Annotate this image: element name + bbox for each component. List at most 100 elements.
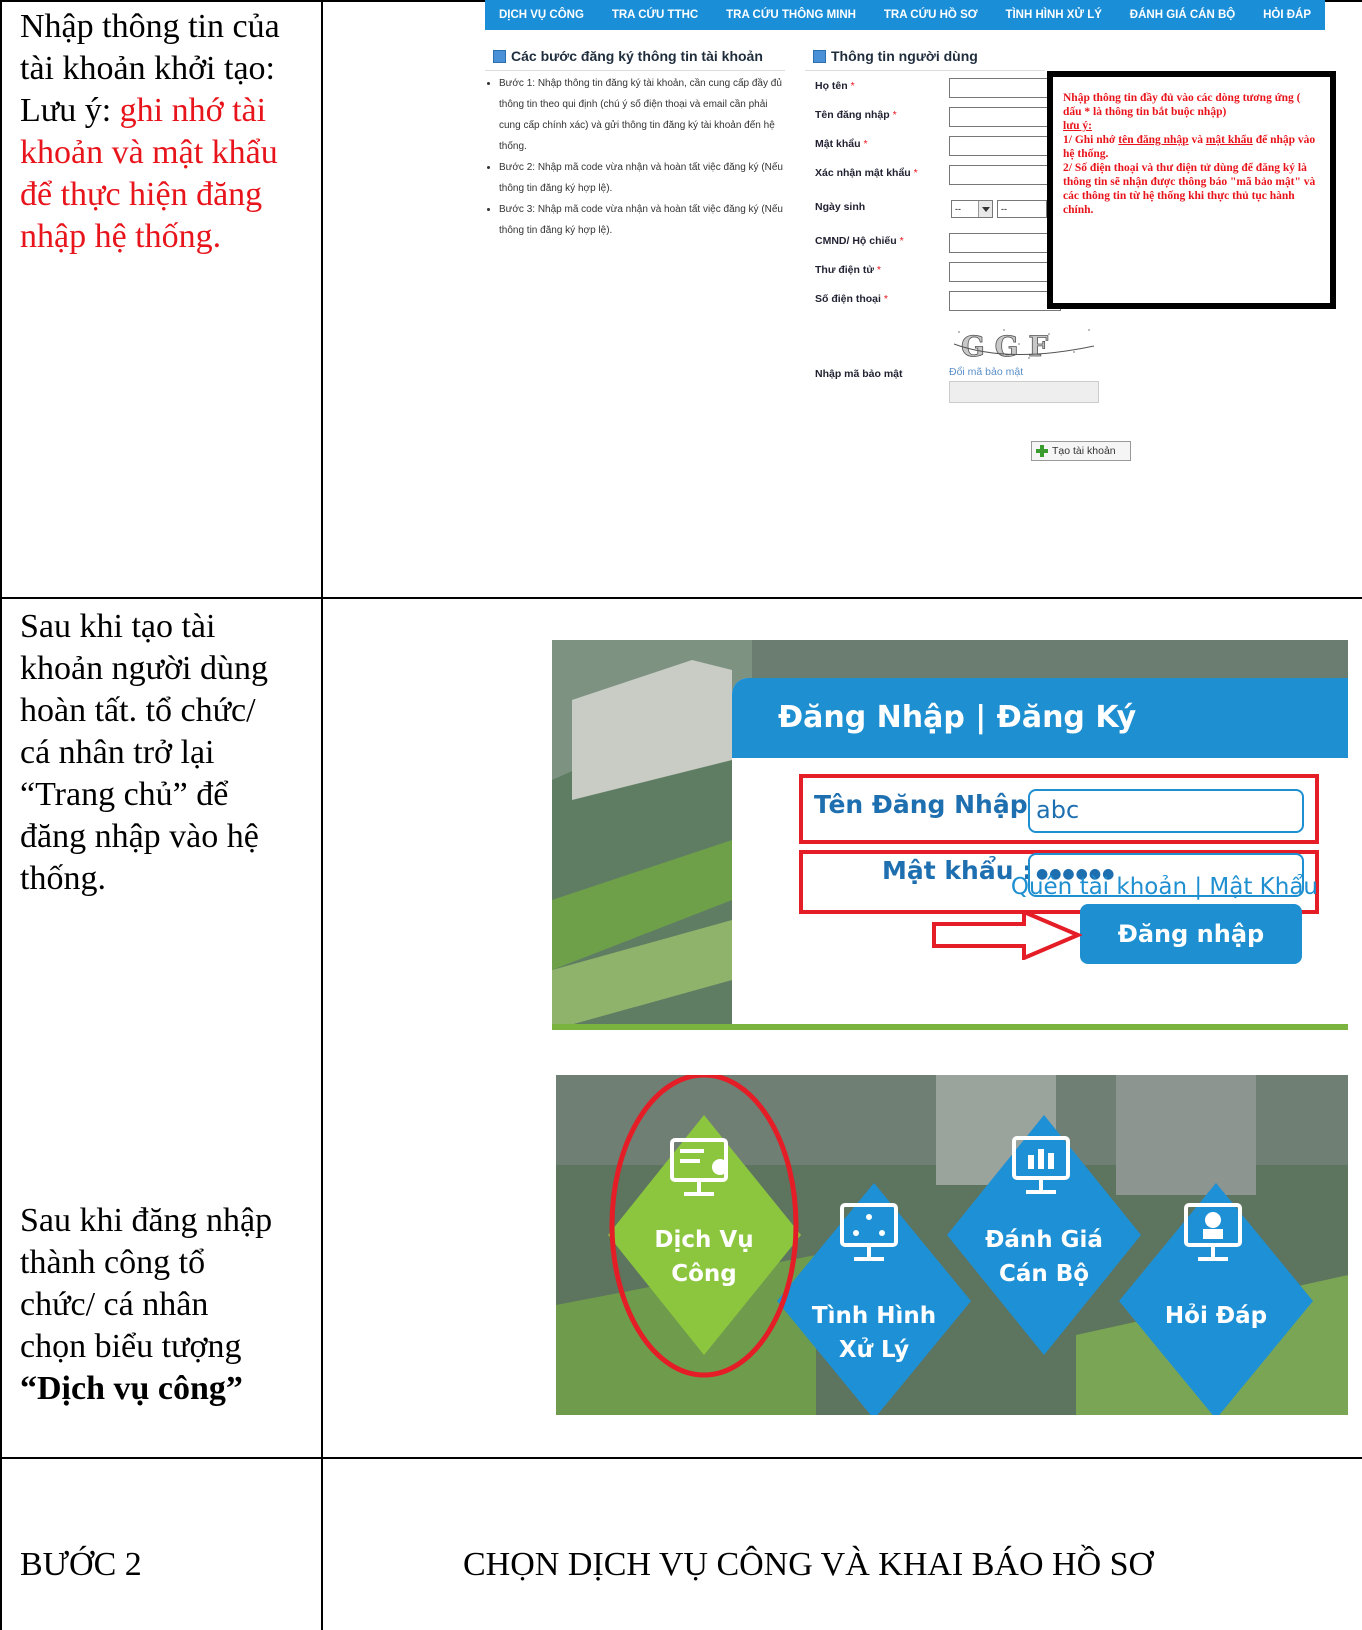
list-item: Bước 1: Nhập thông tin đăng ký tài khoản…	[499, 73, 785, 157]
login-button[interactable]: Đăng nhập	[1080, 904, 1302, 964]
login-screenshot: Đăng Nhập | Đăng Ký Tên Đăng Nhập : Mật …	[552, 640, 1348, 1030]
nav-item[interactable]: TRA CỨU HỒ SƠ	[884, 9, 978, 21]
tile-label: Dịch Vụ	[654, 1227, 754, 1253]
note-luu-y: lưu ý:	[1063, 120, 1092, 132]
tile-dich-vu-cong[interactable]: Dịch Vụ Công	[644, 1223, 764, 1291]
captcha-text: G G F	[961, 330, 1048, 363]
list-item: Bước 3: Nhập mã code vừa nhận và hoàn tấ…	[499, 199, 785, 241]
nav-item[interactable]: HỎI ĐÁP	[1263, 9, 1311, 21]
login-username-input[interactable]: abc	[1028, 789, 1304, 833]
nav-item[interactable]: ĐÁNH GIÁ CÁN BỘ	[1130, 9, 1235, 21]
row2-line: khoản người dùng	[20, 650, 268, 687]
steps-heading-text: Các bước đăng ký thông tin tài khoản	[511, 48, 763, 64]
nav-item[interactable]: TRA CỨU TTHC	[612, 9, 698, 21]
row1-line: nhập hệ thống.	[20, 218, 222, 255]
tile-danh-gia-can-bo[interactable]: Đánh Giá Cán Bộ	[974, 1223, 1114, 1291]
list-item: Bước 2: Nhập mã code vừa nhận và hoàn tấ…	[499, 157, 785, 199]
row1-line: Nhập thông tin của	[20, 8, 280, 45]
row2-line: đăng nhập vào hệ	[20, 818, 259, 855]
day-select[interactable]: --	[951, 200, 993, 218]
row2-line: Sau khi tạo tài	[20, 608, 216, 645]
label-xac-nhan: Xác nhận mật khẩu *	[815, 167, 918, 179]
row1-line: khoản và mật khẩu	[20, 134, 278, 171]
row2b-instruction: Sau khi đăng nhập thành công tổ chức/ cá…	[20, 1200, 310, 1410]
home-tiles-screenshot: Dịch Vụ Công Tình Hình Xử Lý Đánh Giá Cá…	[556, 1075, 1348, 1415]
section-icon	[813, 49, 826, 63]
note-point-1: 1/ Ghi nhớ tên đăng nhập và mật khẩu để …	[1063, 134, 1316, 160]
email-input[interactable]	[949, 262, 1061, 282]
row2b-line: chức/ cá nhân	[20, 1286, 209, 1323]
refresh-captcha-link[interactable]: Đổi mã bảo mật	[949, 366, 1023, 378]
user-info-heading: Thông tin người dùng	[813, 48, 978, 64]
captcha-input[interactable]	[949, 381, 1099, 403]
tile-label: Đánh Giá	[985, 1227, 1103, 1253]
row1-line: Lưu ý: ghi nhớ tài	[20, 90, 320, 132]
password-input[interactable]	[949, 136, 1061, 156]
id-card-input[interactable]	[949, 233, 1061, 253]
confirm-password-input[interactable]	[949, 165, 1061, 185]
row2-line: hoàn tất. tổ chức/	[20, 692, 256, 729]
create-account-button[interactable]: Tạo tài khoản	[1031, 441, 1131, 461]
steps-list: Bước 1: Nhập thông tin đăng ký tài khoản…	[485, 73, 785, 241]
nav-item[interactable]: TRA CỨU THÔNG MINH	[726, 9, 856, 21]
ho-ten-input[interactable]	[949, 78, 1061, 98]
registration-screenshot: DỊCH VỤ CÔNG TRA CỨU TTHC TRA CỨU THÔNG …	[485, 0, 1355, 560]
note-point-2: 2/ Số điện thoại và thư điện tử dùng để …	[1063, 162, 1316, 216]
row2b-line: Sau khi đăng nhập	[20, 1202, 273, 1239]
label-phone: Số điện thoại *	[815, 293, 888, 305]
login-title: Đăng Nhập | Đăng Ký	[778, 700, 1137, 735]
divider	[485, 70, 785, 71]
note-line: Nhập thông tin đầy đủ vào các dòng tương…	[1063, 92, 1301, 118]
tile-label: Tình Hình	[811, 1303, 937, 1329]
arrow-right-icon	[932, 910, 1082, 960]
tile-label: Xử Lý	[838, 1337, 910, 1363]
row1-instruction: Nhập thông tin của tài khoản khởi tạo: L…	[20, 6, 320, 258]
month-select[interactable]: --	[997, 200, 1047, 218]
row1-line: tài khoản khởi tạo:	[20, 50, 275, 87]
create-account-label: Tạo tài khoản	[1052, 445, 1116, 457]
label-ten-dang-nhap: Tên đăng nhập *	[815, 109, 897, 121]
row2-instruction: Sau khi tạo tài khoản người dùng hoàn tấ…	[20, 606, 310, 900]
row2b-line: thành công tổ	[20, 1244, 206, 1281]
top-nav: DỊCH VỤ CÔNG TRA CỨU TTHC TRA CỨU THÔNG …	[485, 0, 1325, 30]
username-label: Tên Đăng Nhập :	[814, 790, 1047, 819]
label-cmnd: CMND/ Hộ chiếu *	[815, 235, 904, 247]
phone-input[interactable]	[949, 291, 1061, 311]
captcha-image: G G F	[949, 324, 1099, 364]
row2-line: cá nhân trở lại	[20, 734, 215, 771]
bottom-strip	[552, 1024, 1348, 1030]
row2b-bold: “Dịch vụ công”	[20, 1370, 243, 1407]
label-ngay-sinh: Ngày sinh	[815, 201, 866, 213]
tile-label: Hỏi Đáp	[1164, 1303, 1268, 1329]
row1-note-label: Lưu ý:	[20, 92, 120, 129]
tile-label: Cán Bộ	[998, 1261, 1090, 1287]
label-captcha: Nhập mã bảo mật	[815, 368, 903, 380]
label-ho-ten: Họ tên *	[815, 80, 855, 92]
username-input[interactable]	[949, 107, 1061, 127]
row2b-line: chọn biểu tượng	[20, 1328, 242, 1365]
login-header: Đăng Nhập | Đăng Ký	[732, 678, 1348, 758]
plus-icon	[1036, 445, 1048, 457]
tile-tinh-hinh-xu-ly[interactable]: Tình Hình Xử Lý	[804, 1299, 944, 1367]
tile-hoi-dap[interactable]: Hỏi Đáp	[1146, 1299, 1286, 1333]
row2-line: “Trang chủ” để	[20, 776, 229, 813]
nav-item[interactable]: TÌNH HÌNH XỬ LÝ	[1005, 9, 1101, 21]
row1-note-red: ghi nhớ tài	[119, 92, 267, 129]
steps-heading: Các bước đăng ký thông tin tài khoản	[493, 48, 763, 64]
instruction-note-box: Nhập thông tin đầy đủ vào các dòng tương…	[1047, 71, 1336, 309]
login-panel: Đăng Nhập | Đăng Ký Tên Đăng Nhập : Mật …	[732, 678, 1348, 1030]
forgot-link[interactable]: Quên tài khoản | Mật Khẩu	[1011, 874, 1318, 900]
step-label: BƯỚC 2	[20, 1546, 142, 1583]
row2-line: thống.	[20, 860, 106, 897]
label-email: Thư điện tử *	[815, 264, 881, 276]
row1-line: để thực hiện đăng	[20, 176, 263, 213]
divider	[805, 70, 1045, 71]
step-title: CHỌN DỊCH VỤ CÔNG VÀ KHAI BÁO HỒ SƠ	[463, 1546, 1154, 1583]
chevron-down-icon	[978, 201, 992, 217]
nav-item[interactable]: DỊCH VỤ CÔNG	[499, 9, 584, 21]
section-icon	[493, 49, 506, 63]
label-mat-khau: Mật khẩu *	[815, 138, 868, 150]
password-label: Mật khẩu :	[882, 856, 1033, 885]
user-info-heading-text: Thông tin người dùng	[831, 48, 978, 64]
tile-label: Công	[671, 1261, 737, 1287]
